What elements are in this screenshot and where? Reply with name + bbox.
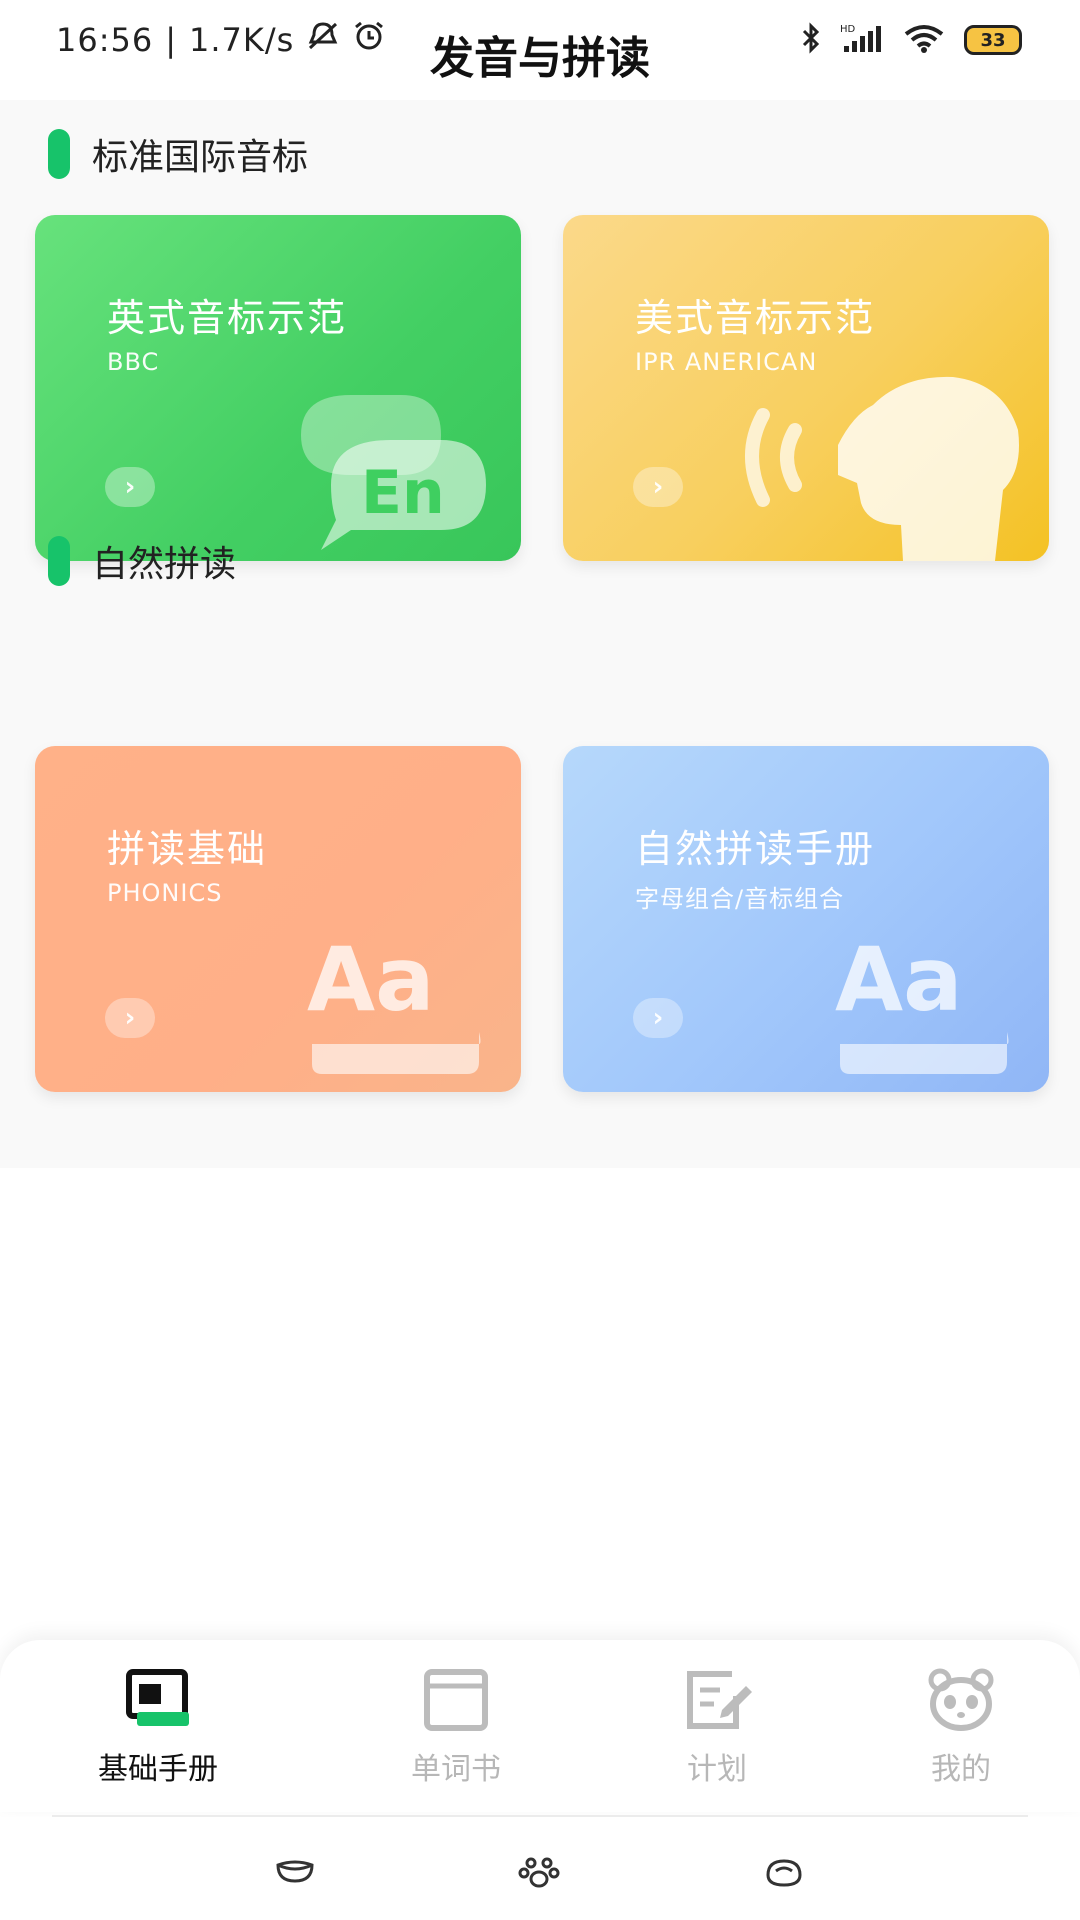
- card-phonics-handbook[interactable]: 自然拼读手册 字母组合/音标组合 › Aa: [563, 746, 1049, 1092]
- chevron-right-icon[interactable]: ›: [633, 467, 683, 507]
- card-subtitle: PHONICS: [107, 879, 223, 907]
- speaking-head-icon: [745, 376, 1019, 561]
- gesture-home-icon[interactable]: [516, 1857, 562, 1889]
- svg-text:En: En: [361, 458, 445, 528]
- panda-icon: [928, 1668, 994, 1731]
- battery-icon: 33: [964, 25, 1022, 55]
- letters-aa-icon: Aa: [835, 932, 1009, 1074]
- card-british-ipa[interactable]: 英式音标示范 BBC › En: [35, 215, 521, 561]
- svg-text:HD: HD: [840, 24, 856, 35]
- nav-item-profile[interactable]: 我的: [861, 1668, 1061, 1788]
- chevron-right-icon[interactable]: ›: [633, 998, 683, 1038]
- card-american-ipa[interactable]: 美式音标示范 IPR ANERICAN ›: [563, 215, 1049, 561]
- section-phonics: 自然拼读: [48, 535, 236, 587]
- speech-bubble-en-icon: En: [301, 395, 486, 550]
- gesture-back-icon[interactable]: [274, 1857, 316, 1885]
- nav-item-plan[interactable]: 计划: [617, 1668, 817, 1788]
- card-title: 拼读基础: [107, 827, 268, 871]
- section-ipa: 标准国际音标: [48, 128, 308, 180]
- chevron-right-icon[interactable]: ›: [105, 467, 155, 507]
- nav-label: 基础手册: [98, 1752, 218, 1787]
- nav-label: 单词书: [411, 1752, 501, 1787]
- card-subtitle: 字母组合/音标组合: [635, 885, 845, 913]
- book-icon: [126, 1669, 189, 1726]
- card-title: 英式音标示范: [107, 296, 348, 340]
- bottom-nav: 基础手册 单词书 计划 我的: [0, 1640, 1080, 1812]
- svg-text:Aa: Aa: [307, 932, 435, 1031]
- letters-aa-icon: Aa: [307, 932, 481, 1074]
- chevron-right-icon[interactable]: ›: [105, 998, 155, 1038]
- nav-item-handbook[interactable]: 基础手册: [58, 1668, 258, 1788]
- section-marker: [48, 536, 70, 586]
- bluetooth-icon: [800, 22, 822, 58]
- section-title-ipa: 标准国际音标: [92, 137, 309, 178]
- nav-item-wordbook[interactable]: 单词书: [356, 1668, 556, 1788]
- content-area: 标准国际音标 英式音标示范 BBC › En 美式音标示范 IPR ANERIC…: [0, 100, 1080, 1168]
- cellular-signal-icon: HD: [840, 22, 884, 58]
- section-marker: [48, 129, 70, 179]
- svg-text:Aa: Aa: [835, 932, 963, 1031]
- section-title-phonics: 自然拼读: [92, 544, 237, 585]
- card-title: 美式音标示范: [635, 296, 876, 340]
- nav-label: 计划: [687, 1752, 747, 1787]
- gesture-bar: [0, 1817, 1080, 1920]
- nav-label: 我的: [931, 1752, 991, 1787]
- wifi-icon: [902, 22, 946, 58]
- card-title: 自然拼读手册: [635, 827, 876, 871]
- card-phonics-basics[interactable]: 拼读基础 PHONICS › Aa: [35, 746, 521, 1092]
- card-subtitle: BBC: [107, 348, 160, 376]
- plan-edit-icon: [687, 1671, 752, 1729]
- status-right: HD 33: [800, 22, 1022, 58]
- status-bar: 16:56 | 1.7K/s 发音与拼读 HD 33: [0, 0, 1080, 100]
- card-subtitle: IPR ANERICAN: [635, 348, 818, 376]
- notebook-icon: [424, 1669, 488, 1731]
- gesture-recents-icon[interactable]: [764, 1857, 804, 1889]
